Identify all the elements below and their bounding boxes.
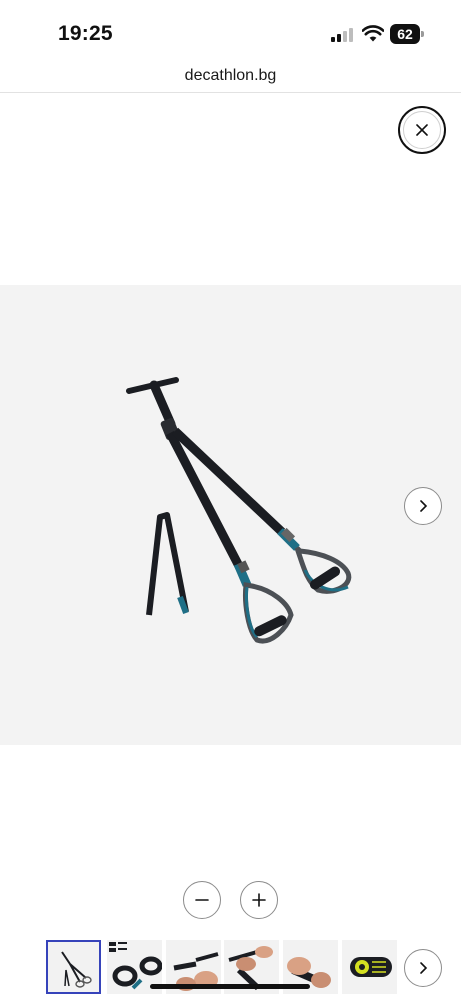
status-bar: 19:25 62 <box>0 0 461 62</box>
minus-icon <box>195 899 209 901</box>
battery-icon: 62 <box>390 24 424 44</box>
status-time: 19:25 <box>58 22 113 45</box>
product-image-stage[interactable] <box>0 285 461 745</box>
plus-icon <box>252 893 266 907</box>
battery-level: 62 <box>390 24 420 44</box>
close-button[interactable] <box>398 106 446 154</box>
thumbnail-1[interactable] <box>46 940 101 994</box>
zoom-in-button[interactable] <box>240 881 278 919</box>
wifi-icon <box>362 25 384 42</box>
home-indicator[interactable] <box>150 984 310 989</box>
close-icon <box>416 124 428 136</box>
thumbnail-6[interactable] <box>342 940 397 994</box>
product-image <box>126 377 352 644</box>
next-thumbnails-button[interactable] <box>404 949 442 987</box>
thumbnail-image <box>61 951 92 988</box>
divider <box>0 92 461 93</box>
thumbnail-image <box>350 957 392 977</box>
zoom-out-button[interactable] <box>183 881 221 919</box>
cellular-signal-icon <box>331 28 353 42</box>
chevron-right-icon <box>420 500 428 512</box>
chevron-right-icon <box>420 962 428 974</box>
address-bar[interactable]: decathlon.bg <box>0 62 461 93</box>
next-image-button[interactable] <box>404 487 442 525</box>
